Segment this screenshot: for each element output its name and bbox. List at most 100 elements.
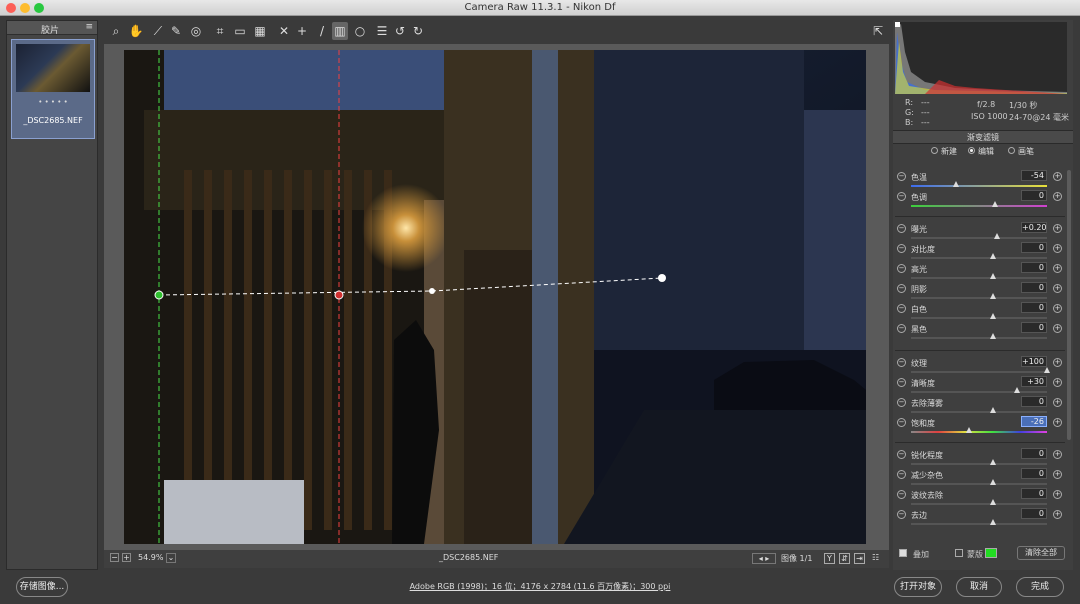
zoom-out-icon[interactable]: − <box>110 553 119 562</box>
increase-icon[interactable]: + <box>1053 324 1062 333</box>
slider-track[interactable] <box>911 337 1047 339</box>
clear-all-button[interactable]: 清除全部 <box>1017 546 1065 560</box>
slider-track[interactable] <box>911 431 1047 433</box>
slider-value-input[interactable]: 0 <box>1021 396 1047 407</box>
slider-track[interactable] <box>911 391 1047 393</box>
slider-track[interactable] <box>911 237 1047 239</box>
slider-thumb[interactable] <box>952 181 959 187</box>
decrease-icon[interactable]: − <box>897 470 906 479</box>
slider-thumb[interactable] <box>989 313 996 319</box>
slider-value-input[interactable]: 0 <box>1021 242 1047 253</box>
decrease-icon[interactable]: − <box>897 264 906 273</box>
decrease-icon[interactable]: − <box>897 398 906 407</box>
zoom-in-icon[interactable]: + <box>122 553 131 562</box>
increase-icon[interactable]: + <box>1053 264 1062 273</box>
zoom-level[interactable]: 54.9% <box>138 553 163 562</box>
decrease-icon[interactable]: − <box>897 284 906 293</box>
mode-new-radio[interactable] <box>931 147 938 154</box>
slider-thumb[interactable] <box>989 459 996 465</box>
slider-thumb[interactable] <box>989 407 996 413</box>
filmstrip-menu-icon[interactable]: ≡ <box>85 22 93 32</box>
mode-edit-label[interactable]: 编辑 <box>978 146 994 157</box>
decrease-icon[interactable]: − <box>897 172 906 181</box>
slider-value-input[interactable]: 0 <box>1021 488 1047 499</box>
slider-thumb[interactable] <box>989 479 996 485</box>
white-balance-tool-icon[interactable]: ⟋ <box>150 22 166 40</box>
crop-tool-icon[interactable]: ⌗ <box>212 22 228 40</box>
slider-value-input[interactable]: 0 <box>1021 468 1047 479</box>
slider-thumb[interactable] <box>989 519 996 525</box>
slider-track[interactable] <box>911 503 1047 505</box>
mode-brush-radio[interactable] <box>1008 147 1015 154</box>
decrease-icon[interactable]: − <box>897 378 906 387</box>
decrease-icon[interactable]: − <box>897 450 906 459</box>
mask-color-swatch[interactable] <box>985 548 997 558</box>
slider-track[interactable] <box>911 317 1047 319</box>
slider-value-input[interactable]: 0 <box>1021 190 1047 201</box>
slider-value-input[interactable]: 0 <box>1021 302 1047 313</box>
slider-value-input[interactable]: 0 <box>1021 322 1047 333</box>
slider-thumb[interactable] <box>966 427 973 433</box>
decrease-icon[interactable]: − <box>897 418 906 427</box>
image-nav-arrows[interactable]: ◂ ▸ <box>752 553 776 564</box>
spot-removal-tool-icon[interactable]: ✕ <box>276 22 292 40</box>
mode-new-label[interactable]: 新建 <box>941 146 957 157</box>
adjustment-brush-icon[interactable]: / <box>314 22 330 40</box>
slider-thumb[interactable] <box>989 293 996 299</box>
decrease-icon[interactable]: − <box>897 324 906 333</box>
increase-icon[interactable]: + <box>1053 490 1062 499</box>
preview-settings-icon[interactable]: ☷ <box>872 553 879 562</box>
increase-icon[interactable]: + <box>1053 224 1062 233</box>
slider-track[interactable] <box>911 185 1047 187</box>
slider-track[interactable] <box>911 411 1047 413</box>
decrease-icon[interactable]: − <box>897 192 906 201</box>
increase-icon[interactable]: + <box>1053 284 1062 293</box>
decrease-icon[interactable]: − <box>897 224 906 233</box>
increase-icon[interactable]: + <box>1053 378 1062 387</box>
gradient-filter-overlay[interactable] <box>124 50 866 544</box>
increase-icon[interactable]: + <box>1053 398 1062 407</box>
slider-track[interactable] <box>911 483 1047 485</box>
cancel-button[interactable]: 取消 <box>956 577 1002 597</box>
increase-icon[interactable]: + <box>1053 172 1062 181</box>
slider-thumb[interactable] <box>1014 387 1021 393</box>
slider-value-input[interactable]: -54 <box>1021 170 1047 181</box>
slider-value-input[interactable]: 0 <box>1021 262 1047 273</box>
mode-edit-radio[interactable] <box>968 147 975 154</box>
mask-checkbox[interactable] <box>955 549 963 557</box>
increase-icon[interactable]: + <box>1053 358 1062 367</box>
transform-tool-icon[interactable]: ▦ <box>252 22 268 40</box>
slider-thumb[interactable] <box>1044 367 1050 373</box>
targeted-adjustment-tool-icon[interactable]: ◎ <box>188 22 204 40</box>
increase-icon[interactable]: + <box>1053 418 1062 427</box>
decrease-icon[interactable]: − <box>897 304 906 313</box>
decrease-icon[interactable]: − <box>897 490 906 499</box>
photo-preview[interactable] <box>124 50 866 544</box>
zoom-tool-icon[interactable]: ⌕ <box>108 22 124 40</box>
increase-icon[interactable]: + <box>1053 192 1062 201</box>
slider-track[interactable] <box>911 277 1047 279</box>
slider-track[interactable] <box>911 371 1047 373</box>
slider-value-input[interactable]: 0 <box>1021 508 1047 519</box>
zoom-dropdown-icon[interactable]: ⌄ <box>166 553 176 563</box>
overlay-checkbox[interactable] <box>899 549 907 557</box>
decrease-icon[interactable]: − <box>897 510 906 519</box>
slider-value-input[interactable]: +30 <box>1021 376 1047 387</box>
swap-settings-icon[interactable]: ⇵ <box>839 553 850 564</box>
slider-track[interactable] <box>911 205 1047 207</box>
increase-icon[interactable]: + <box>1053 510 1062 519</box>
filmstrip-thumbnail[interactable]: • • • • • _DSC2685.NEF <box>11 39 95 139</box>
red-eye-tool-icon[interactable]: + <box>294 22 310 40</box>
fullscreen-icon[interactable]: ⇱ <box>870 22 886 40</box>
slider-value-input[interactable]: -26 <box>1021 416 1047 427</box>
slider-thumb[interactable] <box>989 499 996 505</box>
decrease-icon[interactable]: − <box>897 244 906 253</box>
slider-value-input[interactable]: +0.20 <box>1021 222 1047 233</box>
slider-track[interactable] <box>911 463 1047 465</box>
radial-filter-icon[interactable]: ○ <box>352 22 368 40</box>
rotate-left-icon[interactable]: ↺ <box>392 22 408 40</box>
slider-value-input[interactable]: 0 <box>1021 282 1047 293</box>
slider-thumb[interactable] <box>992 201 999 207</box>
increase-icon[interactable]: + <box>1053 470 1062 479</box>
graduated-filter-icon[interactable]: ▥ <box>332 22 348 40</box>
